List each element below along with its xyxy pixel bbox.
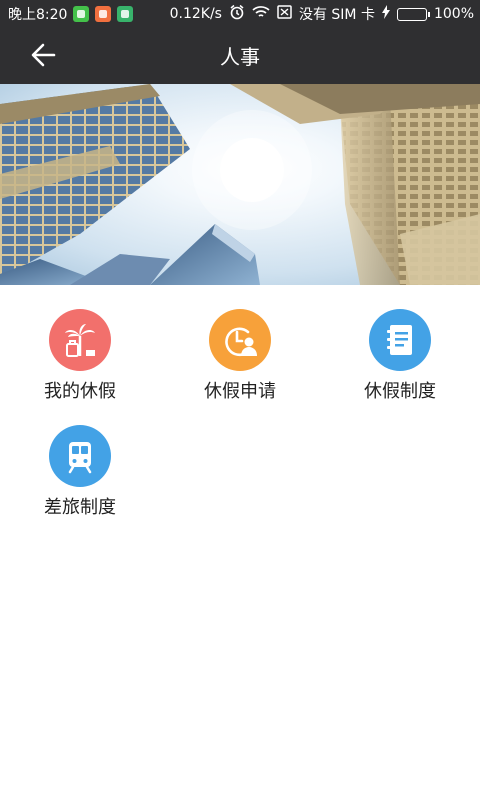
menu-icon-circle bbox=[49, 309, 111, 371]
banner-image bbox=[0, 84, 480, 285]
clock-person-icon bbox=[225, 327, 257, 357]
wifi-icon bbox=[252, 5, 270, 23]
status-bar: 晚上8:20 0.12K/s 没有 SIM 卡 100% bbox=[0, 0, 480, 26]
carrier-text: 没有 SIM 卡 bbox=[298, 7, 375, 23]
menu-item-my-leave[interactable]: 我的休假 bbox=[0, 285, 160, 402]
menu-item-travel-policy[interactable]: 差旅制度 bbox=[0, 401, 160, 518]
status-time: 晚上8:20 bbox=[8, 7, 68, 23]
menu-icon-circle bbox=[49, 425, 111, 487]
menu-item-label: 我的休假 bbox=[44, 381, 116, 402]
charging-icon bbox=[381, 5, 390, 23]
menu-item-label: 休假制度 bbox=[364, 381, 436, 402]
menu-icon-circle bbox=[369, 309, 431, 371]
menu-item-label: 休假申请 bbox=[204, 381, 276, 402]
battery-percent: 100% bbox=[433, 6, 474, 22]
notification-wechat-icon bbox=[117, 6, 134, 22]
app-bar: 人事 bbox=[0, 26, 480, 84]
train-icon bbox=[68, 442, 92, 474]
page-title: 人事 bbox=[220, 45, 260, 69]
network-speed: 0.12K/s bbox=[169, 6, 222, 22]
menu-icon-circle bbox=[209, 309, 271, 371]
battery-icon bbox=[396, 7, 430, 21]
alarm-icon bbox=[229, 4, 245, 24]
status-bar-left: 晚上8:20 bbox=[8, 4, 134, 24]
menu-item-label: 差旅制度 bbox=[44, 497, 116, 518]
menu-item-leave-application[interactable]: 休假申请 bbox=[160, 285, 320, 402]
menu-item-leave-policy[interactable]: 休假制度 bbox=[320, 285, 480, 402]
notification-app-icon bbox=[73, 6, 90, 22]
notification-mail-icon bbox=[95, 6, 112, 22]
notebook-icon bbox=[387, 325, 412, 355]
no-sim-icon bbox=[277, 5, 292, 23]
status-bar-right: 0.12K/s 没有 SIM 卡 100% bbox=[170, 4, 474, 24]
palm-tree-suitcase-icon bbox=[65, 324, 95, 357]
